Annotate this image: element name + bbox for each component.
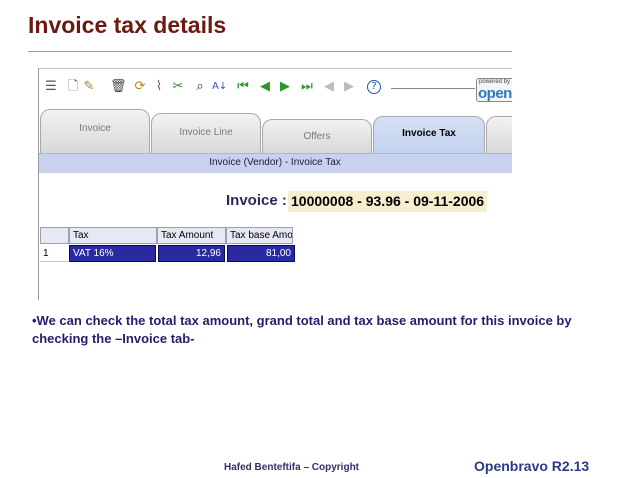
grid-header-tax[interactable]: Tax [69, 227, 157, 244]
footer-copyright: Hafed Benteftifa – Copyright [224, 462, 360, 473]
row-number: 1 [40, 245, 68, 262]
previous-page-icon[interactable]: ◀ [322, 80, 336, 94]
footer-brand: Openbravo R2.13 [474, 458, 590, 474]
slide-title: Invoice tax details [28, 12, 227, 38]
sort-icon[interactable]: A↓ [212, 80, 227, 94]
new-record-icon[interactable]: 🗋 [66, 80, 80, 94]
title-divider [28, 51, 512, 52]
tree-icon[interactable]: ☰ [44, 80, 58, 94]
grid-header-tax-base[interactable]: Tax base Amo [226, 227, 293, 244]
previous-record-icon[interactable]: ◀ [258, 80, 272, 94]
delete-icon[interactable]: 🗑 [110, 80, 127, 94]
last-record-icon[interactable]: ⏭ [300, 80, 314, 94]
bullet-text: •We can check the total tax amount, gran… [32, 313, 572, 346]
next-record-icon[interactable]: ▶ [278, 80, 292, 94]
section-title-bar: Invoice (Vendor) - Invoice Tax [38, 153, 512, 173]
help-icon[interactable]: ? [367, 80, 381, 94]
refresh-icon[interactable]: ⟳ [133, 80, 147, 94]
toolbar: ☰ 🗋 ✎ 🗑 ⟳ ⌇ ✂ ⌕ A↓ ⏮ ◀ ▶ ⏭ ◀ ▶ ? powered… [38, 68, 512, 107]
tab-invoice[interactable]: Invoice [40, 109, 150, 153]
tab-invoice-line[interactable]: Invoice Line [151, 113, 261, 153]
search-icon[interactable]: ⌕ [193, 80, 207, 94]
tab-offers[interactable]: Offers [262, 119, 372, 153]
tab-bar: Invoice Invoice Line Offers Invoice Tax [38, 106, 512, 153]
screenshot-left-border [38, 68, 39, 300]
next-page-icon[interactable]: ▶ [342, 80, 356, 94]
cell-tax[interactable]: VAT 16% [69, 245, 156, 262]
grid-header-rownum [40, 227, 69, 244]
cell-tax-base[interactable]: 81,00 [227, 245, 295, 262]
invoice-label: Invoice : [226, 192, 287, 209]
invoice-header: Invoice : 10000008 - 93.96 - 09-11-2006 [38, 172, 512, 227]
openbravo-logo: powered by open [476, 78, 512, 102]
cut-icon[interactable]: ✂ [171, 80, 185, 94]
first-record-icon[interactable]: ⏮ [236, 80, 250, 94]
grid-header-tax-amount[interactable]: Tax Amount [157, 227, 226, 244]
toolbar-separator [391, 88, 475, 89]
openbravo-screenshot: ☰ 🗋 ✎ 🗑 ⟳ ⌇ ✂ ⌕ A↓ ⏮ ◀ ▶ ⏭ ◀ ▶ ? powered… [38, 68, 512, 298]
attachment-icon[interactable]: ⌇ [152, 80, 166, 94]
edit-icon[interactable]: ✎ [82, 80, 96, 94]
logo-open: open [478, 85, 512, 102]
tab-invoice-tax[interactable]: Invoice Tax [373, 116, 485, 153]
invoice-identifier: 10000008 - 93.96 - 09-11-2006 [288, 191, 488, 212]
tab-overflow [486, 116, 512, 153]
cell-tax-amount[interactable]: 12,96 [158, 245, 225, 262]
